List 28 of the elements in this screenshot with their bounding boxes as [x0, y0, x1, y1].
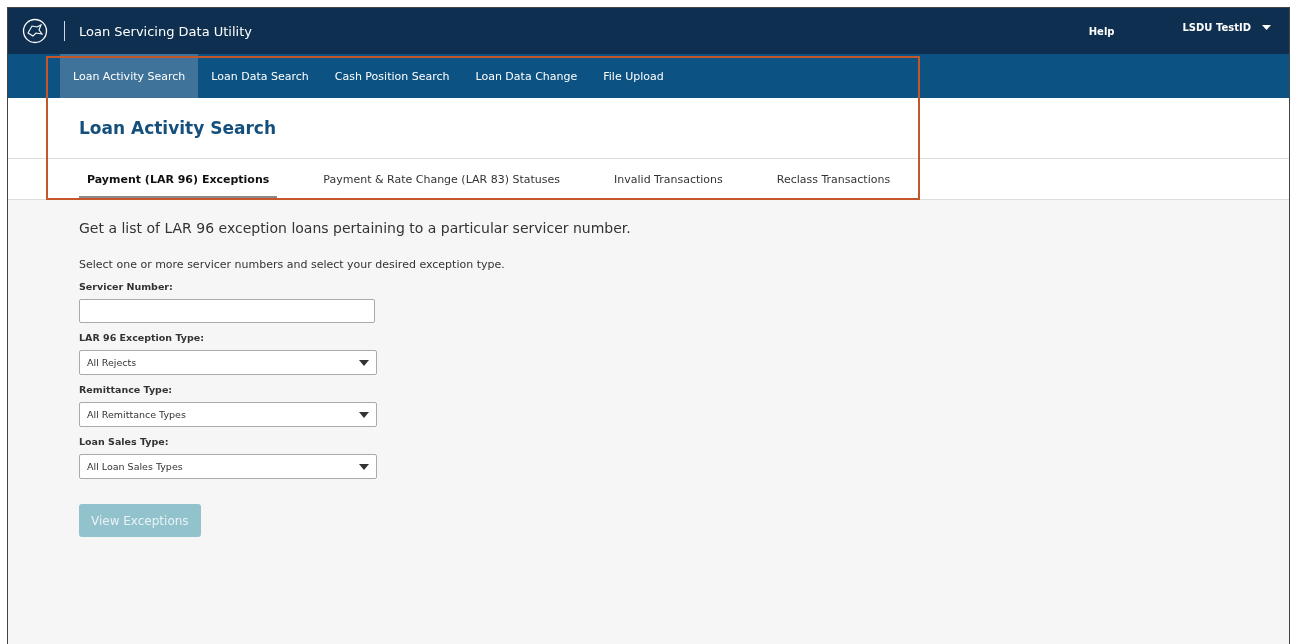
dropdown[interactable]: All Remittance Types [79, 402, 377, 427]
subtab[interactable]: Payment (LAR 96) Exceptions [79, 162, 278, 199]
instructions-text: Select one or more servicer numbers and select your desired exception type. [79, 258, 506, 271]
dropdown[interactable]: All Rejects [79, 350, 377, 375]
dropdown-arrow-icon [359, 463, 369, 470]
user-menu[interactable]: LSDU TestID [1182, 21, 1271, 33]
field-label: Loan Sales Type: [79, 436, 170, 447]
subtab[interactable]: Reclass Transactions [768, 162, 899, 199]
nav-tab[interactable]: File Upload [590, 54, 677, 98]
page-title: Loan Activity Search [79, 118, 277, 138]
intro-text: Get a list of LAR 96 exception loans pertaining to a particular servicer number. [79, 220, 632, 236]
dropdown-arrow-icon [359, 359, 369, 366]
nav-tab[interactable]: Loan Data Change [462, 54, 591, 98]
caret-icon [1262, 24, 1271, 30]
field-label: Servicer Number: [79, 281, 174, 292]
dropdown[interactable]: All Loan Sales Types [79, 454, 377, 479]
field-label: Remittance Type: [79, 384, 174, 395]
nav-tab[interactable]: Loan Activity Search [60, 54, 199, 98]
nav-tab[interactable]: Cash Position Search [321, 54, 463, 98]
dropdown-arrow-icon [359, 411, 369, 418]
logo-icon [22, 18, 48, 44]
help-link[interactable]: Help [1088, 25, 1115, 37]
subtab[interactable]: Invalid Transactions [606, 162, 731, 199]
field-label: LAR 96 Exception Type: [79, 332, 206, 343]
servicer-number-input[interactable] [79, 299, 375, 323]
app-title: Loan Servicing Data Utility [79, 23, 252, 39]
subtab[interactable]: Payment & Rate Change (LAR 83) Statuses [315, 162, 569, 199]
nav-tab[interactable]: Loan Data Search [198, 54, 322, 98]
